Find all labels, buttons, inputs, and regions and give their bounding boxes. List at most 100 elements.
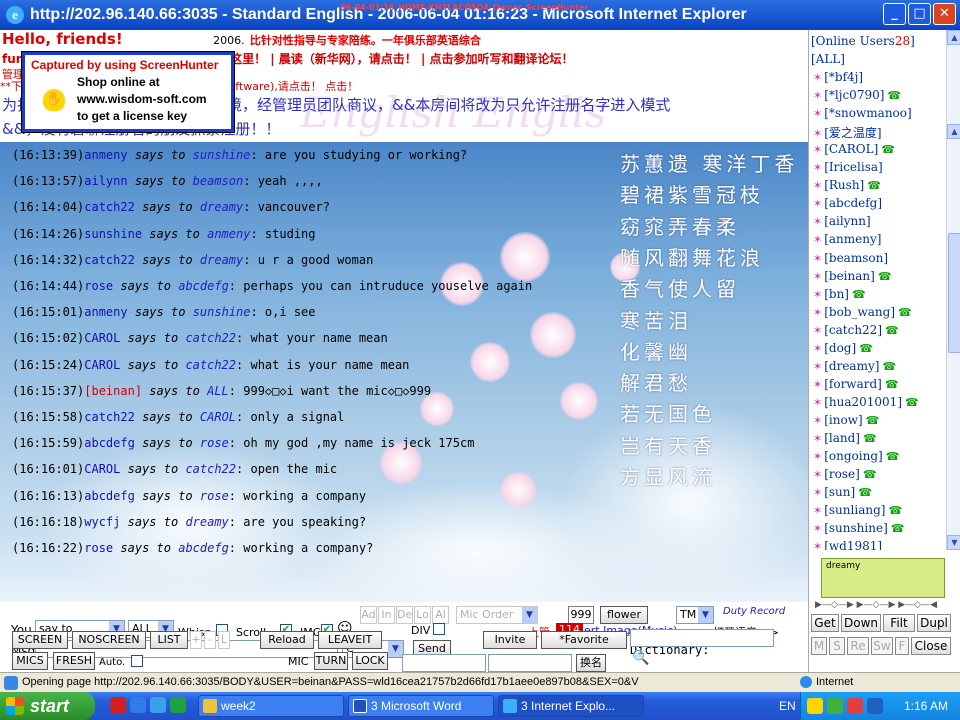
s-button[interactable]: S (829, 637, 845, 655)
dictionary-input[interactable] (630, 629, 774, 647)
quicklaunch-icon-1[interactable] (110, 697, 126, 713)
notice-url[interactable]: www.wisdom-soft.com (77, 92, 207, 106)
message-recipient[interactable]: rose (200, 436, 229, 450)
message-recipient[interactable]: dreamy (200, 253, 243, 267)
name-input[interactable] (402, 654, 486, 672)
header-promo[interactable]: 比针对性指导与专家陪练。一年俱乐部英语综合 (250, 34, 481, 47)
ad-button[interactable]: Ad (360, 606, 377, 624)
fresh-button[interactable]: FRESH (53, 652, 95, 670)
user-list-item[interactable]: ✶ [beinan] ☎ (813, 269, 892, 283)
message-sender[interactable]: anmeny (84, 148, 127, 162)
message-sender[interactable]: wycfj (84, 515, 120, 529)
quicklaunch-icon-4[interactable] (170, 697, 186, 713)
user-list-item[interactable]: ✶ [Rush] ☎ (813, 178, 881, 192)
minimize-button[interactable]: _ (883, 3, 906, 25)
maximize-button[interactable]: □ (908, 3, 931, 25)
minus-button[interactable]: - (204, 631, 216, 649)
mics-button[interactable]: MICS (12, 652, 48, 670)
message-recipient[interactable]: CAROL (200, 410, 236, 424)
message-recipient[interactable]: abcdefg (178, 279, 229, 293)
quicklaunch-icon-2[interactable] (130, 697, 146, 713)
user-list-item[interactable]: ✶ [*snowmanoo] (813, 106, 912, 120)
turn-button[interactable]: TURN (314, 652, 348, 670)
f-button[interactable]: F (895, 637, 909, 655)
magnifier-icon[interactable]: 🔍 (632, 650, 649, 666)
count-field[interactable]: 999 (568, 606, 594, 624)
message-sender[interactable]: abcdefg (84, 489, 135, 503)
message-recipient[interactable]: catch22 (185, 462, 236, 476)
message-recipient[interactable]: abcdefg (178, 541, 229, 555)
m-button[interactable]: M (811, 637, 827, 655)
user-list-item[interactable]: ✶ [sunliang] ☎ (813, 503, 902, 517)
favorite-button[interactable]: *Favorite (541, 631, 627, 649)
l-button[interactable]: L (218, 631, 230, 649)
message-recipient[interactable]: rose (200, 489, 229, 503)
invite-button[interactable]: Invite (483, 631, 537, 649)
message-sender[interactable]: catch22 (84, 253, 135, 267)
scroll-up-arrow-2[interactable]: ▲ (947, 124, 960, 139)
user-list-item[interactable]: ✶ [land] ☎ (813, 431, 877, 445)
rename-button[interactable]: 换名 (576, 654, 606, 672)
get-button[interactable]: Get (811, 614, 839, 632)
user-list-item[interactable]: ✶ [*bf4j] (813, 70, 863, 84)
screen-button[interactable]: SCREEN (12, 631, 68, 649)
scroll-down-arrow[interactable]: ▼ (947, 535, 960, 550)
users-scrollbar[interactable]: ▲ ▲ ▼ (946, 30, 960, 550)
password-input[interactable] (488, 654, 572, 672)
noscreen-button[interactable]: NOSCREEN (72, 631, 146, 649)
list-button[interactable]: LIST (150, 631, 188, 649)
filt-button[interactable]: Filt (883, 614, 915, 632)
message-recipient[interactable]: dreamy (185, 515, 228, 529)
mic-order-select[interactable]: Mic Order ▼ (456, 606, 538, 624)
lo-button[interactable]: Lo (414, 606, 431, 624)
dupl-button[interactable]: Dupl (917, 614, 951, 632)
message-recipient[interactable]: catch22 (185, 331, 236, 345)
message-sender[interactable]: rose (84, 279, 113, 293)
user-list-item[interactable]: ✶ [bn] ☎ (813, 287, 866, 301)
message-sender[interactable]: catch22 (84, 200, 135, 214)
message-sender[interactable]: ailynn (84, 174, 127, 188)
user-list-item[interactable]: ✶ [wd1981] (813, 539, 882, 550)
message-recipient[interactable]: anmeny (207, 227, 250, 241)
close-button[interactable]: ✕ (933, 3, 956, 25)
user-list-item[interactable]: ✶ [CAROL] ☎ (813, 142, 895, 156)
lock-button[interactable]: LOCK (352, 652, 388, 670)
scroll-thumb[interactable] (948, 233, 960, 353)
language-indicator[interactable]: EN (779, 699, 796, 713)
tm-select[interactable]: TM ▼ (676, 606, 714, 624)
user-list-item[interactable]: ✶ [Iricelisa] (813, 160, 883, 174)
tray-icon-4[interactable] (867, 698, 883, 714)
header-links[interactable]: 这里！ | 晨读（新华网），请点击！ | 点击参加听写和翻译论坛！ (230, 52, 573, 66)
user-list-item[interactable]: ✶ [ailynn] (813, 214, 871, 228)
user-list-item[interactable]: ✶ [*ljc0790] ☎ (813, 88, 901, 102)
start-button[interactable]: start (0, 692, 95, 720)
window-title-bar[interactable]: e http://202.96.140.66:3035 - Standard E… (0, 0, 960, 30)
message-sender[interactable]: CAROL (84, 462, 120, 476)
scroll-up-arrow[interactable]: ▲ (947, 30, 960, 45)
re-button[interactable]: Re (847, 637, 869, 655)
user-all[interactable]: [ALL] (811, 52, 845, 66)
user-list-item[interactable]: ✶ [dreamy] ☎ (813, 359, 896, 373)
user-list-item[interactable]: ✶ [catch22] ☎ (813, 323, 899, 337)
ie-quicklaunch-icon[interactable] (150, 697, 166, 713)
message-sender[interactable]: CAROL (84, 331, 120, 345)
user-list-item[interactable]: ✶ [dog] ☎ (813, 341, 873, 355)
div-checkbox[interactable] (433, 623, 445, 635)
message-sender[interactable]: rose (84, 541, 113, 555)
message-recipient[interactable]: catch22 (185, 358, 236, 372)
user-list-item[interactable]: ✶ [ongoing] ☎ (813, 449, 899, 463)
user-list-item[interactable]: ✶ [abcdefg] (813, 196, 882, 210)
plus-button[interactable]: + (190, 631, 202, 649)
user-list-item[interactable]: ✶ [hua201001] ☎ (813, 395, 919, 409)
task-ie[interactable]: 3 Internet Explo... (498, 695, 644, 717)
tray-hand-icon[interactable] (807, 698, 823, 714)
user-list-item[interactable]: ✶ [sun] ☎ (813, 485, 872, 499)
duty-record-link[interactable]: Duty Record (723, 606, 785, 617)
message-sender[interactable]: anmeny (84, 305, 127, 319)
auto-checkbox[interactable] (131, 655, 143, 667)
message-sender[interactable]: sunshine (84, 227, 142, 241)
de-button[interactable]: De (396, 606, 413, 624)
flower-button[interactable]: flower (600, 606, 648, 624)
message-sender[interactable]: catch22 (84, 410, 135, 424)
user-list-item[interactable]: ✶ [rose] ☎ (813, 467, 877, 481)
